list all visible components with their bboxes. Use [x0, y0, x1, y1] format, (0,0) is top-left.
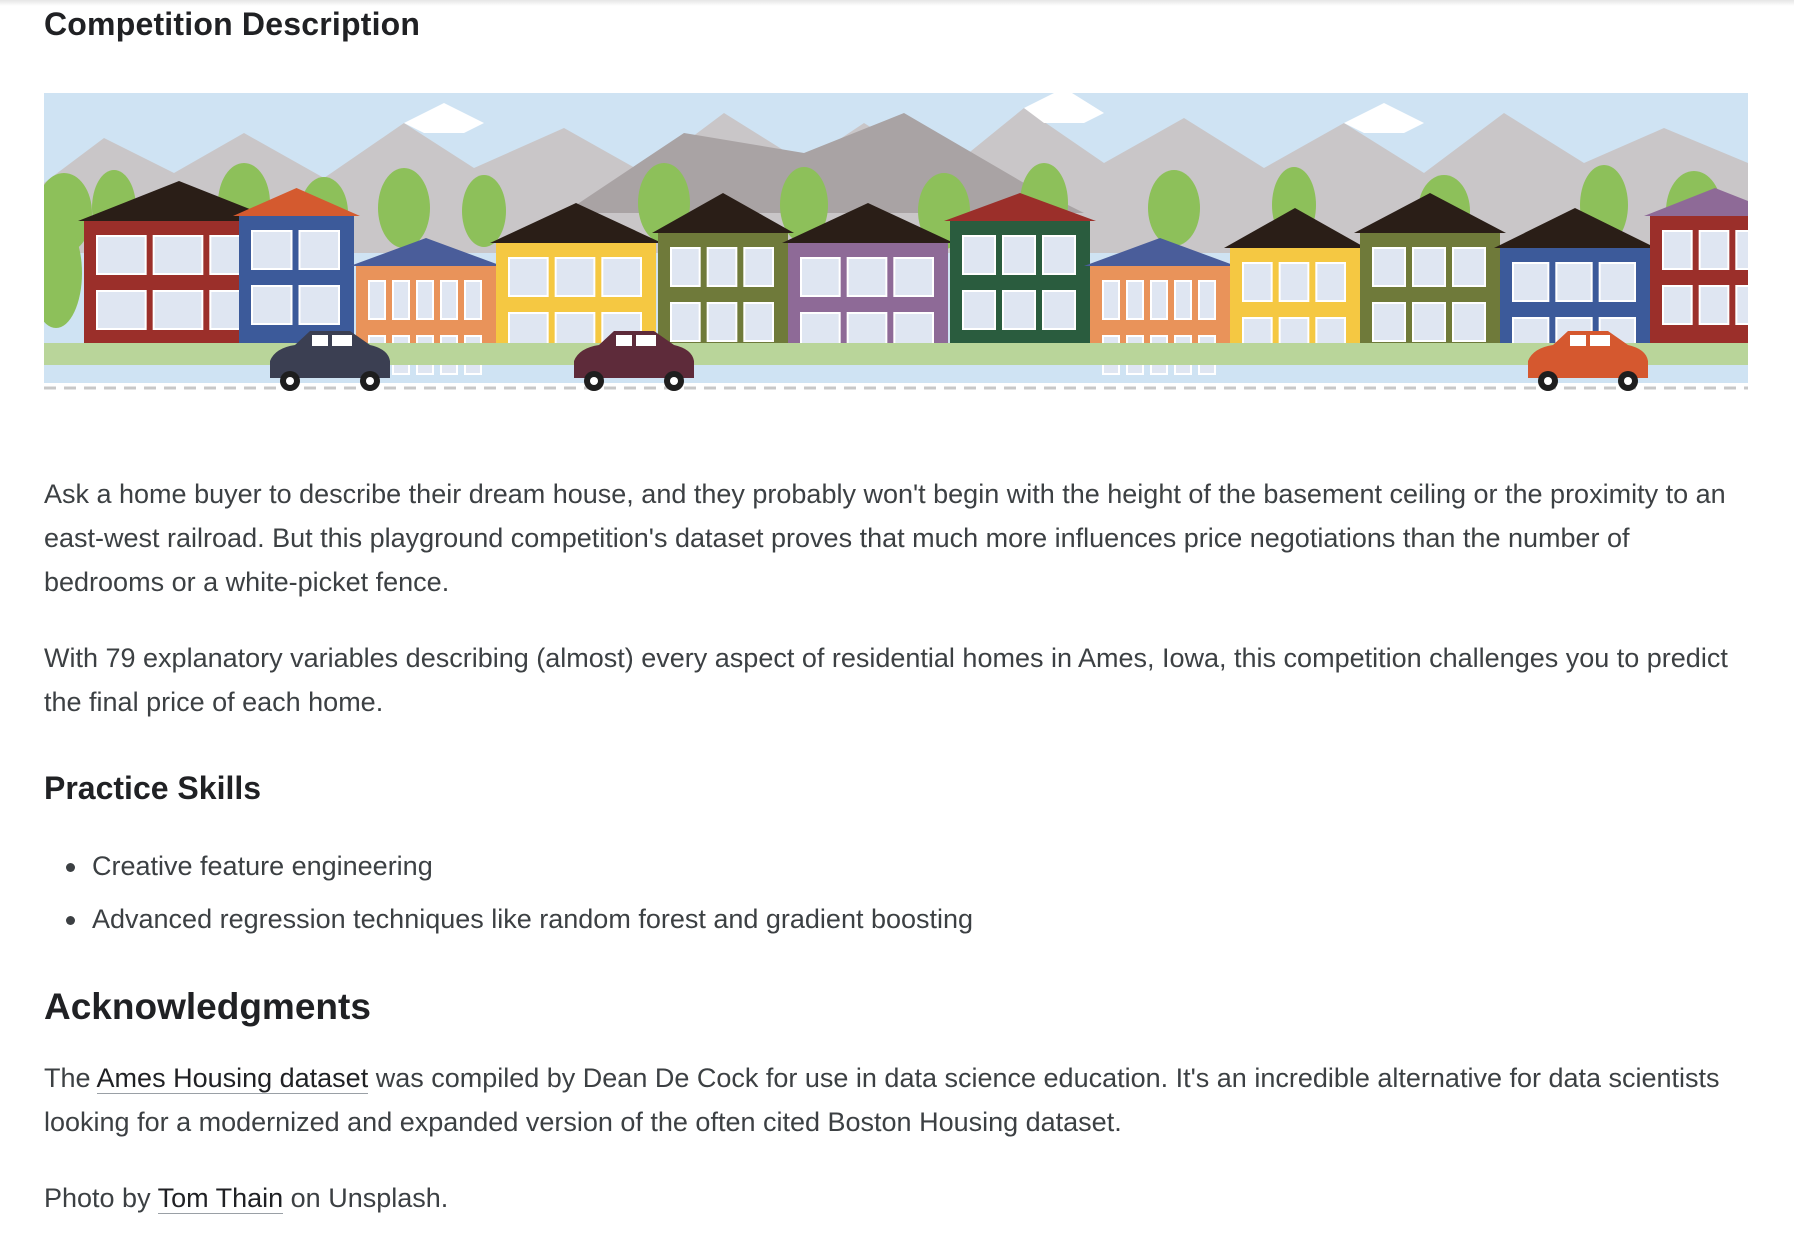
- practice-skills-list: Creative feature engineering Advanced re…: [44, 840, 973, 946]
- bullet-icon: [66, 916, 75, 925]
- competition-page: Competition Description Ask a home buyer…: [0, 0, 1794, 1246]
- list-item-text: Advanced regression techniques like rand…: [92, 904, 974, 934]
- neighborhood-houses-illustration: [44, 93, 1748, 391]
- photo-credit: Photo by Tom Thain on Unsplash.: [44, 1176, 1744, 1220]
- practice-skills-heading: Practice Skills: [44, 770, 262, 806]
- intro-paragraph-2: With 79 explanatory variables describing…: [44, 643, 1728, 717]
- list-item: Advanced regression techniques like rand…: [44, 893, 973, 946]
- bullet-icon: [66, 863, 75, 872]
- ames-housing-dataset-link[interactable]: Ames Housing dataset: [96, 1063, 369, 1094]
- section-title: Competition Description: [44, 6, 421, 42]
- list-item-text: Creative feature engineering: [92, 851, 433, 881]
- list-item: Creative feature engineering: [44, 840, 973, 893]
- tom-thain-link[interactable]: Tom Thain: [157, 1183, 284, 1214]
- banner-image: [44, 93, 1748, 393]
- credit-text-pre: Photo by: [44, 1183, 158, 1213]
- acknowledgments-paragraph: The Ames Housing dataset was compiled by…: [44, 1056, 1744, 1144]
- acknowledgments-heading: Acknowledgments: [44, 986, 371, 1027]
- ack-text-pre: The: [44, 1063, 97, 1093]
- intro-paragraph-1: Ask a home buyer to describe their dream…: [44, 479, 1726, 597]
- credit-text-post: on Unsplash.: [283, 1183, 449, 1213]
